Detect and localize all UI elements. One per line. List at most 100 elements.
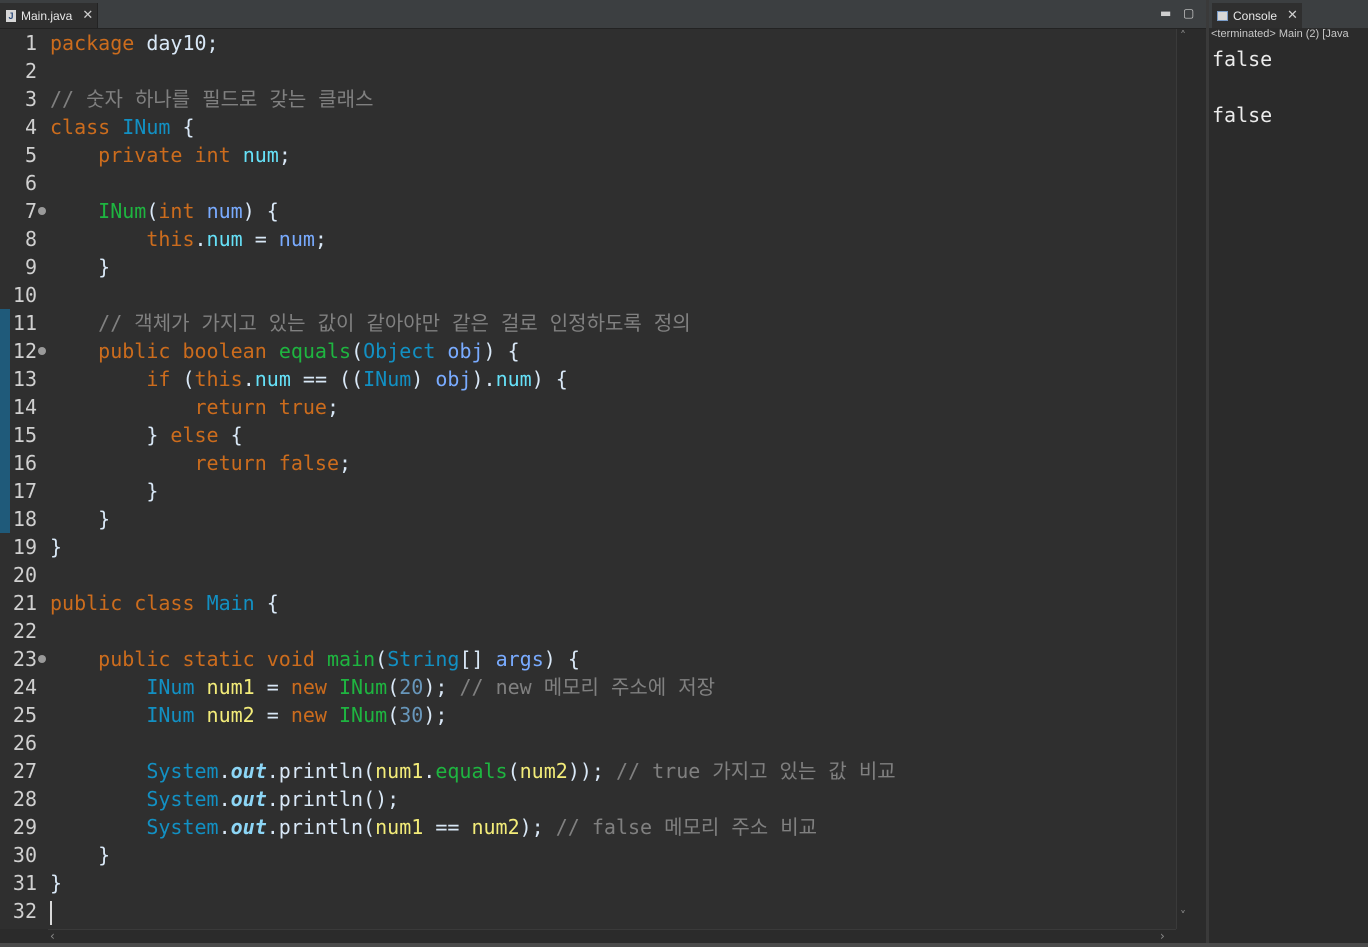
code-line[interactable]: // 숫자 하나를 필드로 갖는 클래스 — [50, 85, 1170, 113]
code-token: { — [170, 115, 195, 139]
code-token: num — [495, 367, 532, 391]
code-token: 20 — [399, 675, 424, 699]
code-line[interactable]: } else { — [50, 421, 1170, 449]
code-token: num — [206, 227, 243, 251]
line-number: 30 — [12, 843, 37, 867]
line-number: 31 — [12, 871, 37, 895]
code-token: INum — [98, 199, 147, 223]
code-line[interactable]: package day10; — [50, 29, 1170, 57]
scroll-up-icon[interactable]: ˄ — [1180, 29, 1186, 43]
code-token: . — [242, 367, 255, 391]
code-token: INum — [339, 703, 388, 727]
code-line[interactable]: } — [50, 505, 1170, 533]
code-line[interactable] — [50, 281, 1170, 309]
code-line[interactable]: } — [50, 253, 1170, 281]
console-tab-label: Console — [1233, 8, 1278, 23]
code-line[interactable]: } — [50, 841, 1170, 869]
code-line[interactable]: private int num; — [50, 141, 1170, 169]
code-token: int — [194, 143, 231, 167]
fold-icon[interactable] — [38, 655, 46, 663]
code-line[interactable]: System.out.println(num1.equals(num2)); /… — [50, 757, 1170, 785]
line-number: 6 — [24, 171, 37, 195]
code-line[interactable]: INum num2 = new INum(30); — [50, 701, 1170, 729]
line-number: 25 — [12, 703, 37, 727]
code-token: num — [242, 143, 279, 167]
horizontal-scrollbar[interactable]: ‹ › — [48, 929, 1176, 944]
code-line[interactable]: class INum { — [50, 113, 1170, 141]
code-token: . — [218, 759, 231, 783]
code-line[interactable]: } — [50, 533, 1170, 561]
close-icon[interactable]: ✕ — [82, 8, 93, 23]
line-number: 26 — [12, 731, 37, 755]
code-line[interactable] — [50, 57, 1170, 85]
code-token: ) — [411, 367, 436, 391]
code-token: num — [254, 367, 291, 391]
code-line[interactable]: INum(int num) { — [50, 197, 1170, 225]
code-line[interactable]: public static void main(String[] args) { — [50, 645, 1170, 673]
code-token: INum — [339, 675, 388, 699]
line-number: 32 — [12, 899, 37, 923]
code-token: out — [230, 815, 267, 839]
code-line[interactable] — [50, 897, 1170, 925]
code-token: ) { — [543, 647, 580, 671]
code-editor[interactable]: 1 2 3 4 5 6 7 8 9 10 11 12 13 14 15 16 17 18 19 20 21 22 23 24 2… — [0, 29, 1192, 929]
status-bar — [0, 943, 1368, 947]
minimize-icon[interactable]: ▬ — [1160, 6, 1171, 20]
code-token: true — [278, 395, 327, 419]
code-line[interactable]: } — [50, 477, 1170, 505]
close-icon[interactable]: ✕ — [1287, 8, 1298, 23]
line-number: 8 — [24, 227, 37, 251]
code-token: { — [254, 591, 279, 615]
code-token: . — [194, 227, 207, 251]
code-line[interactable]: public boolean equals(Object obj) { — [50, 337, 1170, 365]
code-line[interactable]: System.out.println(num1 == num2); // fal… — [50, 813, 1170, 841]
line-number: 24 — [12, 675, 37, 699]
fold-icon[interactable] — [38, 207, 46, 215]
vertical-scrollbar[interactable]: ˄ ˅ — [1176, 29, 1193, 929]
code-line[interactable]: public class Main { — [50, 589, 1170, 617]
code-token: ); — [423, 675, 460, 699]
line-number: 7 — [24, 199, 37, 223]
code-line[interactable]: INum num1 = new INum(20); // new 메모리 주소에… — [50, 673, 1170, 701]
code-line[interactable] — [50, 617, 1170, 645]
code-line[interactable]: // 객체가 가지고 있는 값이 같아야만 같은 걸로 인정하도록 정의 — [50, 309, 1170, 337]
code-line[interactable]: return true; — [50, 393, 1170, 421]
code-token: // new 메모리 주소에 저장 — [459, 675, 716, 699]
code-token: public — [98, 647, 171, 671]
console-output[interactable]: false false — [1212, 45, 1272, 129]
code-token: else — [170, 423, 219, 447]
code-line[interactable] — [50, 561, 1170, 589]
code-line[interactable]: return false; — [50, 449, 1170, 477]
code-token: 30 — [399, 703, 424, 727]
line-number: 3 — [24, 87, 37, 111]
code-line[interactable]: } — [50, 869, 1170, 897]
code-area[interactable]: package day10; // 숫자 하나를 필드로 갖는 클래스 class … — [50, 29, 1170, 925]
scroll-left-icon[interactable]: ‹ — [50, 929, 55, 943]
code-token: = — [242, 227, 279, 251]
code-line[interactable]: if (this.num == ((INum) obj).num) { — [50, 365, 1170, 393]
code-token: } — [50, 871, 63, 895]
fold-icon[interactable] — [38, 347, 46, 355]
scroll-down-icon[interactable]: ˅ — [1180, 909, 1186, 923]
maximize-icon[interactable]: ▢ — [1183, 6, 1194, 20]
code-token: num2 — [519, 759, 568, 783]
console-scrollbar[interactable] — [1364, 44, 1368, 943]
code-line[interactable]: System.out.println(); — [50, 785, 1170, 813]
tab-main-java[interactable]: J Main.java ✕ — [0, 3, 98, 28]
code-token: return — [194, 451, 267, 475]
code-line[interactable]: this.num = num; — [50, 225, 1170, 253]
code-token: out — [230, 759, 267, 783]
tab-console[interactable]: Console ✕ — [1212, 3, 1302, 28]
code-token: [] — [459, 647, 496, 671]
code-line[interactable] — [50, 169, 1170, 197]
code-line[interactable] — [50, 729, 1170, 757]
scroll-right-icon[interactable]: › — [1160, 929, 1165, 943]
line-number: 19 — [12, 535, 37, 559]
code-token: static — [182, 647, 255, 671]
